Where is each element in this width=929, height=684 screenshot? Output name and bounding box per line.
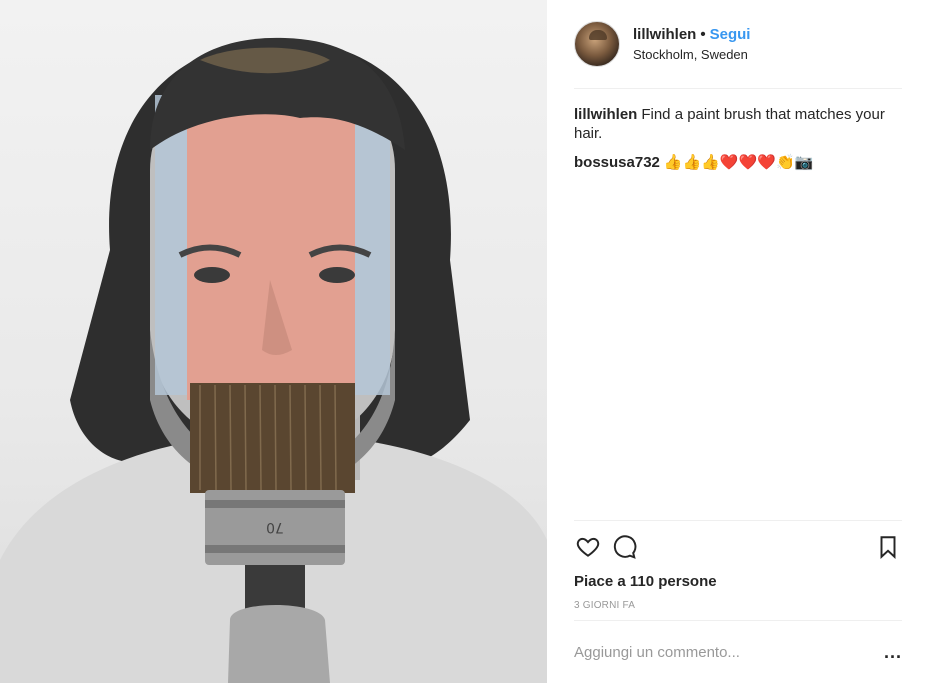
brush-marking: 70 bbox=[266, 519, 284, 535]
instagram-post: 70 lillwihlen • Segui Stockholm, Sweden li… bbox=[0, 0, 929, 683]
blue-band-right bbox=[355, 95, 390, 395]
list-item: bossusa732 👍👍👍❤️❤️❤️👏📷 bbox=[574, 153, 902, 172]
post-photo[interactable]: 70 bbox=[0, 0, 547, 683]
post-actions: Piace a 110 persone 3 GIORNI FA bbox=[574, 520, 902, 611]
separator-dot: • bbox=[700, 26, 706, 43]
portrait-image: 70 bbox=[0, 37, 547, 683]
action-icons bbox=[574, 521, 902, 573]
post-header: lillwihlen • Segui Stockholm, Sweden bbox=[574, 0, 902, 89]
follow-button[interactable]: Segui bbox=[710, 26, 751, 43]
comment-text: 👍👍👍❤️❤️❤️👏📷 bbox=[663, 153, 814, 171]
heart-icon[interactable] bbox=[574, 533, 602, 561]
username-link[interactable]: lillwihlen bbox=[633, 26, 696, 43]
ferrule-band bbox=[205, 500, 345, 508]
comment-username[interactable]: lillwihlen bbox=[574, 106, 637, 123]
comment-username[interactable]: bossusa732 bbox=[574, 154, 660, 171]
location-link[interactable]: Stockholm, Sweden bbox=[633, 47, 750, 62]
left-eye bbox=[194, 267, 230, 283]
right-eye bbox=[319, 267, 355, 283]
bookmark-icon[interactable] bbox=[874, 533, 902, 561]
post-sidebar: lillwihlen • Segui Stockholm, Sweden lillw… bbox=[547, 0, 929, 683]
more-options-icon[interactable]: ... bbox=[878, 642, 902, 663]
ferrule-band-2 bbox=[205, 545, 345, 553]
post-timestamp[interactable]: 3 GIORNI FA bbox=[574, 600, 902, 611]
speech-bubble-icon[interactable] bbox=[610, 533, 638, 561]
likes-count[interactable]: Piace a 110 persone bbox=[574, 573, 902, 590]
caption-comment: lillwihlen Find a paint brush that matche… bbox=[574, 105, 902, 143]
add-comment-bar: ... bbox=[574, 620, 902, 684]
comments-list: lillwihlen Find a paint brush that matche… bbox=[574, 89, 902, 172]
comment-input[interactable] bbox=[574, 644, 878, 661]
user-avatar[interactable] bbox=[574, 21, 620, 67]
header-text: lillwihlen • Segui Stockholm, Sweden bbox=[633, 26, 750, 62]
hand-shape bbox=[228, 605, 330, 683]
header-line: lillwihlen • Segui bbox=[633, 26, 750, 44]
